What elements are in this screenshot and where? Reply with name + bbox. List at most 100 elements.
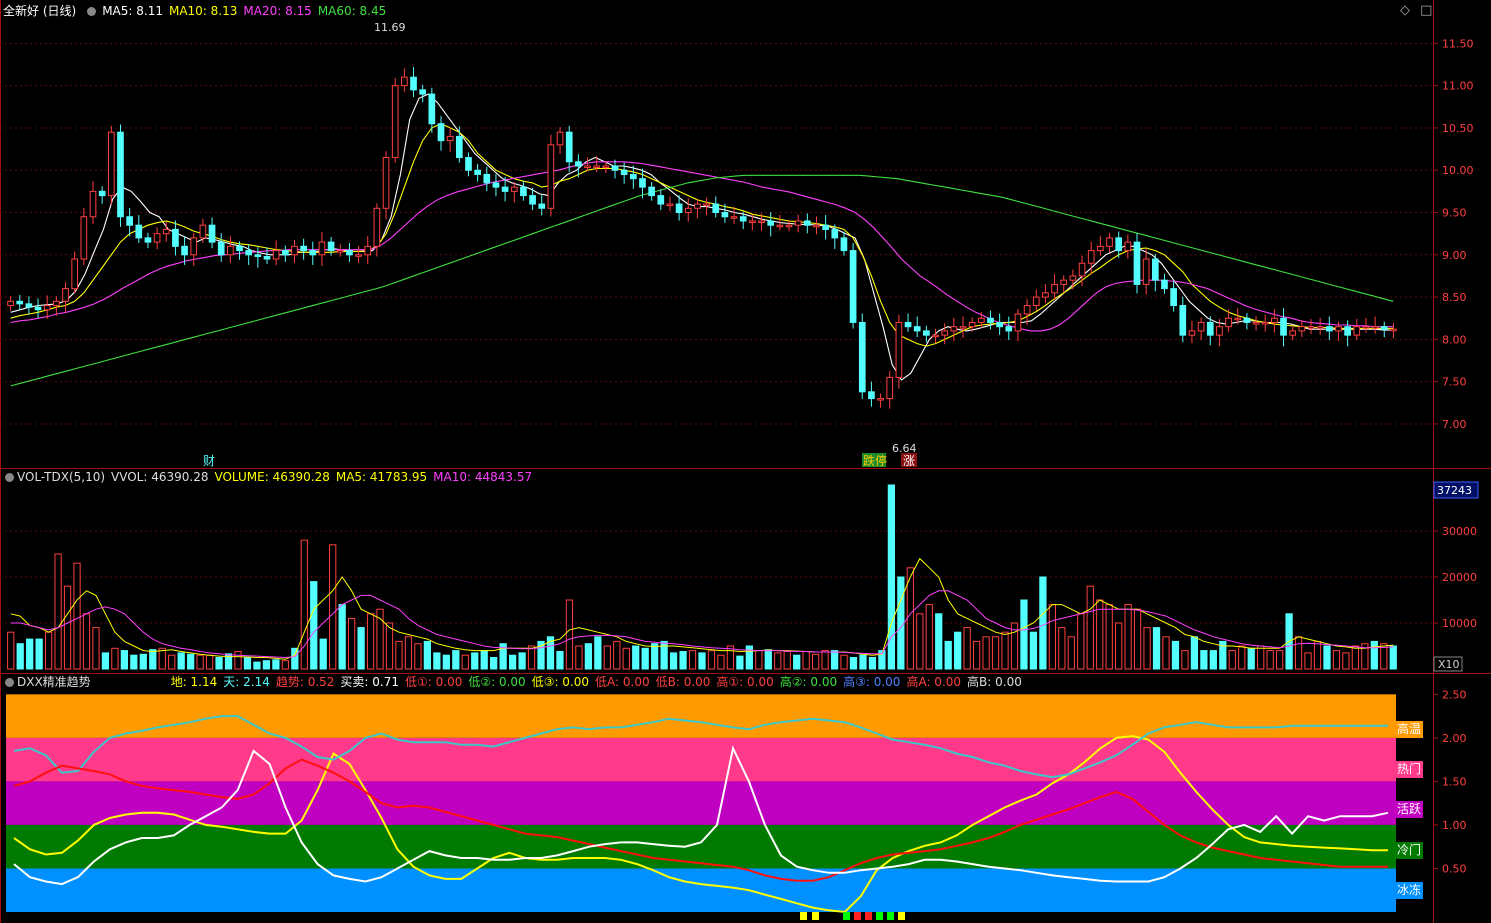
- candle-body: [1316, 326, 1324, 329]
- candle-body: [538, 203, 546, 209]
- axis-tick-label: 7.50: [1442, 376, 1467, 389]
- volume-bar: [1115, 622, 1123, 670]
- volume-bar: [319, 638, 327, 670]
- volume-bar: [149, 649, 157, 670]
- candle-body: [1353, 326, 1361, 336]
- axis-tick-label: 11.00: [1442, 80, 1474, 93]
- candle-body: [1188, 330, 1196, 336]
- volume-ma-lines: [10, 557, 1394, 660]
- volume-bar: [1001, 631, 1009, 670]
- volume-bar: [1058, 627, 1066, 670]
- candle-body: [107, 131, 115, 197]
- candle-body: [584, 165, 591, 168]
- candle-body: [135, 224, 143, 239]
- candle-body: [190, 237, 198, 256]
- volume-bar: [63, 585, 72, 670]
- candle-body: [1289, 330, 1297, 336]
- candle-body: [968, 321, 976, 328]
- candle-body: [254, 254, 262, 257]
- zone-label-gaowen: 高温: [1395, 721, 1423, 738]
- volume-bar: [130, 654, 138, 670]
- axis-tick-label: 9.00: [1442, 249, 1467, 262]
- candle-body: [520, 186, 527, 197]
- volume-bar: [35, 638, 43, 670]
- volume-bar: [944, 640, 952, 670]
- svg-text:37243: 37243: [1437, 484, 1472, 497]
- axis-tick-label: 8.50: [1442, 291, 1467, 304]
- candle-body: [666, 203, 674, 207]
- volume-bar: [329, 544, 337, 670]
- settings-icon[interactable]: [5, 473, 14, 482]
- volume-bar: [1332, 650, 1341, 670]
- volume-bar: [1029, 631, 1038, 670]
- dxx-signal-blocks: [800, 912, 905, 920]
- candle-body: [62, 288, 69, 302]
- ma10-value: MA10: 8.13: [168, 4, 238, 18]
- candle-body: [694, 203, 701, 209]
- dxx-name: DXX精准趋势: [17, 675, 91, 689]
- volume-bar: [1342, 652, 1350, 670]
- candle-body: [959, 326, 967, 329]
- candle-body: [483, 173, 491, 184]
- candle-body: [492, 182, 500, 188]
- volume-bar: [291, 647, 299, 670]
- candle-body: [904, 321, 912, 328]
- candle-body: [162, 228, 170, 235]
- volume-axis: 30000 20000 10000: [1433, 525, 1477, 630]
- volume-bar: [565, 599, 574, 670]
- volume-bar: [357, 627, 365, 670]
- volume-bar: [1096, 599, 1104, 670]
- candle-body: [1271, 317, 1278, 323]
- candle-body: [648, 186, 655, 197]
- candle-body: [1115, 237, 1123, 252]
- candle-body: [7, 300, 14, 307]
- volume-bar: [168, 654, 176, 670]
- candle-body: [877, 398, 884, 401]
- volume-bar: [461, 654, 469, 670]
- candle-body: [309, 250, 317, 256]
- candle-body: [1225, 317, 1232, 328]
- vol-ma10-value: MA10: 44843.57: [433, 470, 533, 484]
- candle-body: [510, 186, 518, 192]
- volume-bar: [366, 613, 375, 670]
- candle-body: [391, 85, 399, 159]
- volume-bar: [972, 640, 981, 670]
- candle-body: [858, 321, 866, 393]
- volume-bar: [963, 627, 971, 670]
- vvol-value: VVOL: 46390.28: [111, 470, 209, 484]
- candle-body: [840, 237, 848, 252]
- qushi-value: 趋势: 0.52: [275, 675, 335, 689]
- zone-label-remen: 热门: [1395, 761, 1423, 778]
- candle-body: [803, 220, 811, 226]
- tian-value: 天: 2.14: [223, 675, 270, 689]
- zone-band-1: [6, 737, 1396, 782]
- candle-body: [199, 224, 207, 239]
- zone-band-3: [6, 824, 1396, 869]
- volume-bar: [698, 652, 706, 670]
- candle-body: [611, 165, 619, 171]
- volume-bar: [92, 627, 100, 670]
- volume-bar: [1370, 640, 1378, 670]
- settings-icon[interactable]: [5, 678, 14, 687]
- candle-body: [639, 178, 646, 188]
- volume-bar: [812, 653, 820, 670]
- volume-bar: [1020, 599, 1028, 670]
- square-icon[interactable]: □: [1420, 3, 1432, 18]
- volume-bar: [584, 643, 592, 670]
- candle-body: [996, 321, 1003, 328]
- candle-body: [1179, 305, 1187, 336]
- settings-icon[interactable]: [87, 7, 97, 16]
- dxx-legend: DXX精准趋势 地: 1.14 天: 2.14 趋势: 0.52 买卖: 0.71 低①:…: [0, 673, 1028, 691]
- volume-bar: [556, 651, 564, 670]
- diamond-icon[interactable]: ◇: [1400, 3, 1410, 18]
- axis-tick-label: 11.50: [1442, 37, 1474, 50]
- volume-bar: [632, 645, 640, 670]
- volume-bar: [16, 643, 24, 670]
- zhang-marker: 涨: [903, 453, 915, 468]
- volume-bar: [1152, 627, 1161, 670]
- volume-bar: [1228, 650, 1236, 670]
- candle-body: [712, 203, 720, 214]
- candle-body: [556, 131, 564, 146]
- volume-bar: [187, 653, 195, 670]
- volume-bar: [1171, 640, 1180, 670]
